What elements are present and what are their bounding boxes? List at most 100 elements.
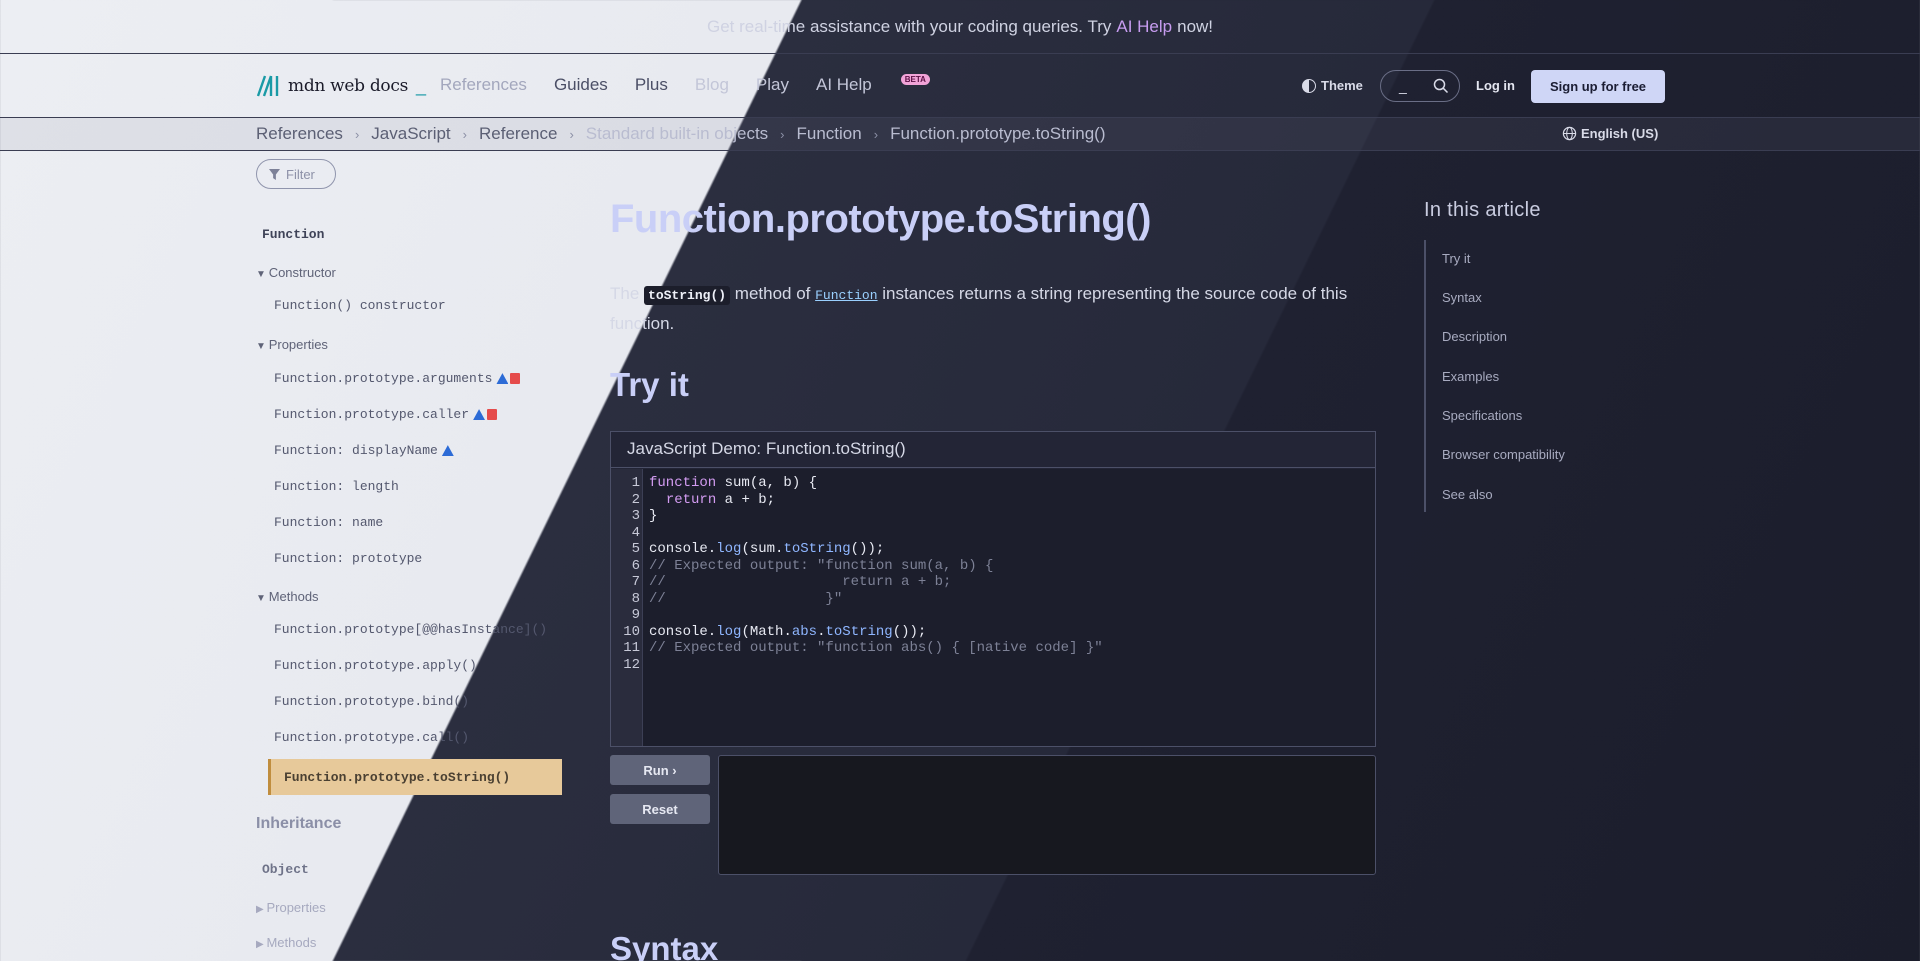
- sidebar-object-title[interactable]: Object: [262, 862, 309, 877]
- sidebar-item-bind[interactable]: Function.prototype.bind(): [274, 694, 469, 709]
- breadcrumb-current[interactable]: Function.prototype.toString(): [890, 124, 1105, 144]
- line-number: 5: [631, 541, 640, 557]
- line-number: 2: [631, 491, 640, 508]
- mdn-logo-icon: [256, 75, 279, 97]
- caret-right-icon: ▶: [256, 939, 267, 950]
- theme-label: Theme: [1321, 78, 1363, 93]
- nav-references[interactable]: References: [440, 75, 527, 95]
- sidebar-item-length[interactable]: Function: length: [274, 479, 399, 494]
- sidebar-item-label: Function.prototype.arguments: [274, 371, 493, 386]
- function-link[interactable]: Function: [815, 288, 877, 303]
- theme-button[interactable]: Theme: [1302, 78, 1363, 93]
- toc-item-browser-compatibility[interactable]: Browser compatibility: [1442, 447, 1565, 462]
- search-button[interactable]: _: [1380, 70, 1460, 102]
- nav-plus[interactable]: Plus: [635, 75, 668, 95]
- code-line: // }": [649, 590, 843, 607]
- code-line: return a + b;: [665, 491, 776, 508]
- chevron-right-icon: ›: [354, 126, 360, 142]
- nav-guides[interactable]: Guides: [554, 75, 608, 95]
- sidebar-group-label: Constructor: [268, 265, 336, 280]
- banner-ai-help-link[interactable]: AI Help: [1116, 17, 1172, 37]
- code-editor[interactable]: 1 function sum(a, b) {2 return a + b; 3} 4 5…: [611, 469, 1375, 746]
- sidebar-group-label: Properties: [266, 900, 326, 915]
- toc-item-examples[interactable]: Examples: [1442, 369, 1499, 384]
- intro-code: toString(): [644, 286, 731, 305]
- breadcrumb-item[interactable]: References: [256, 124, 343, 144]
- sidebar-group-methods[interactable]: ▼ Methods: [256, 589, 319, 604]
- reset-button[interactable]: Reset: [610, 794, 710, 824]
- line-number: 9: [631, 607, 640, 623]
- breadcrumb: References › JavaScript › Reference › St…: [256, 124, 1106, 144]
- sidebar-item-tostring-active[interactable]: Function.prototype.toString(): [268, 759, 562, 795]
- breadcrumb-item[interactable]: Standard built-in objects: [586, 124, 768, 144]
- toc-item-try-it[interactable]: Try it: [1442, 251, 1470, 266]
- toc-rail: [1424, 240, 1426, 512]
- sidebar-item-label: Function.prototype.caller: [274, 407, 470, 422]
- syntax-heading: Syntax: [610, 930, 719, 961]
- sidebar-item-displayname[interactable]: Function: displayName: [274, 443, 454, 458]
- toc-item-see-also[interactable]: See also: [1442, 487, 1493, 502]
- sidebar-title[interactable]: Function: [262, 227, 324, 242]
- signup-button[interactable]: Sign up for free: [1531, 70, 1665, 103]
- toc-item-specifications[interactable]: Specifications: [1442, 408, 1522, 423]
- breadcrumb-item[interactable]: Reference: [479, 124, 557, 144]
- sidebar-filter[interactable]: Filter: [256, 159, 336, 189]
- line-number: 6: [631, 557, 640, 574]
- intro-text: method of: [734, 284, 811, 303]
- login-link[interactable]: Log in: [1476, 78, 1515, 93]
- try-it-heading: Try it: [610, 366, 689, 403]
- toc-item-syntax[interactable]: Syntax: [1442, 290, 1482, 305]
- nav-ai-help[interactable]: AI Help BETA: [816, 74, 955, 95]
- line-number: 10: [623, 623, 640, 640]
- breadcrumb-item[interactable]: JavaScript: [371, 124, 450, 144]
- sidebar-item-arguments[interactable]: Function.prototype.arguments: [274, 371, 521, 386]
- demo-title: JavaScript Demo: Function.toString(): [611, 432, 1375, 468]
- interactive-demo: JavaScript Demo: Function.toString() 1 fu…: [610, 431, 1376, 747]
- trash-icon: [510, 373, 521, 385]
- sidebar-item-function-constructor[interactable]: Function() constructor: [274, 298, 446, 313]
- site-header: mdn web docs _ References Guides Plus Bl…: [0, 54, 1920, 118]
- main-nav: References Guides Plus Blog Play AI Help…: [440, 74, 982, 95]
- sidebar-group-label: Properties: [268, 337, 328, 352]
- line-number: 11: [623, 640, 640, 656]
- page-title: Function.prototype.toString(): [610, 197, 1151, 241]
- sidebar-object-properties[interactable]: ▶ Properties: [256, 900, 326, 915]
- nav-blog[interactable]: Blog: [695, 75, 729, 95]
- sidebar-item-caller[interactable]: Function.prototype.caller: [274, 407, 498, 422]
- theme-icon: [1302, 78, 1316, 93]
- toc-item-description[interactable]: Description: [1442, 329, 1507, 344]
- nav-play[interactable]: Play: [756, 75, 789, 95]
- chevron-right-icon: ›: [569, 126, 574, 142]
- line-number: 1: [631, 475, 640, 491]
- sidebar-item-prototype[interactable]: Function: prototype: [274, 551, 422, 566]
- trash-icon: [487, 409, 498, 421]
- code-line: console.log(sum.toString());: [649, 541, 885, 557]
- sidebar-item-name[interactable]: Function: name: [274, 515, 383, 530]
- sidebar-group-constructor[interactable]: ▼ Constructor: [256, 265, 336, 280]
- logo-text: mdn web docs: [288, 76, 409, 96]
- sidebar-item-call[interactable]: Function.prototype.call(): [274, 730, 469, 745]
- sidebar-group-properties[interactable]: ▼ Properties: [256, 337, 328, 352]
- line-number: 7: [631, 574, 640, 590]
- language-switcher[interactable]: English (US): [1562, 126, 1658, 141]
- sidebar-object-methods[interactable]: ▶ Methods: [256, 935, 316, 950]
- line-number: 3: [631, 508, 640, 524]
- run-button[interactable]: Run ›: [610, 755, 710, 785]
- breadcrumb-item[interactable]: Function: [797, 124, 862, 144]
- line-number: 8: [631, 590, 640, 607]
- banner-suffix: now!: [1177, 16, 1214, 36]
- code-line: function sum(a, b) {: [649, 475, 818, 491]
- beta-badge: BETA: [900, 74, 930, 85]
- caret-down-icon: ▼: [256, 341, 269, 352]
- caret-down-icon: ▼: [256, 269, 269, 280]
- nav-ai-help-label: AI Help: [816, 75, 872, 94]
- code-line: // Expected output: "function abs() { [n…: [649, 640, 1103, 656]
- toc-title: In this article: [1424, 199, 1541, 221]
- globe-icon: [1562, 126, 1577, 141]
- sidebar-item-apply[interactable]: Function.prototype.apply(): [274, 658, 477, 673]
- sidebar-item-hasinstance[interactable]: Function.prototype[@@hasInstance](): [274, 622, 547, 637]
- search-shortcut: _: [1399, 78, 1407, 94]
- chevron-right-icon: ›: [780, 126, 785, 142]
- mdn-logo[interactable]: mdn web docs _: [256, 74, 426, 98]
- language-label: English (US): [1581, 126, 1659, 141]
